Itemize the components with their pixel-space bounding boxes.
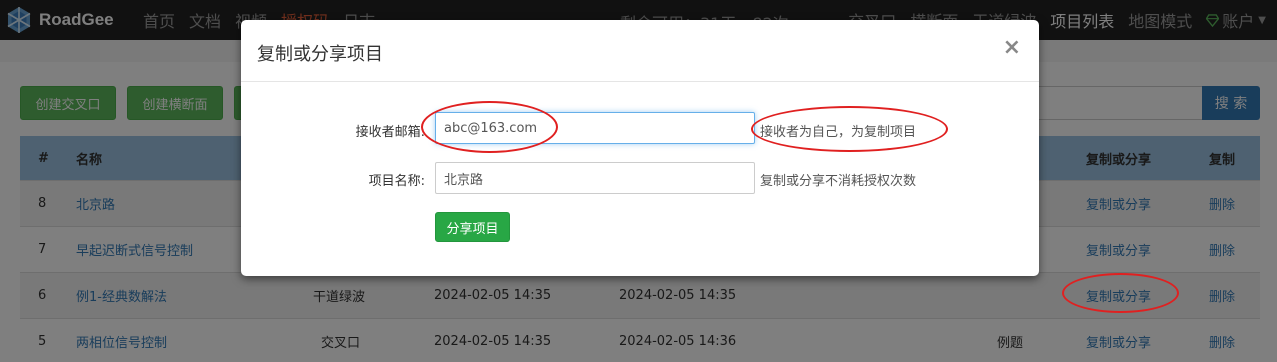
email-hint: 接收者为自己，为复制项目 — [760, 125, 917, 140]
email-label: 接收者邮箱: — [355, 125, 425, 140]
dialog-title: 复制或分享项目 — [257, 44, 383, 65]
dialog-header: 复制或分享项目 × — [241, 20, 1039, 82]
share-project-button[interactable]: 分享项目 — [435, 212, 510, 242]
project-name-input[interactable] — [435, 162, 755, 194]
share-project-dialog: 复制或分享项目 × 接收者邮箱: 接收者为自己，为复制项目 项目名称: 复制或分… — [241, 20, 1039, 276]
close-icon[interactable]: × — [1003, 37, 1021, 59]
recipient-email-input[interactable] — [435, 112, 755, 144]
project-name-label: 项目名称: — [368, 174, 425, 189]
project-hint: 复制或分享不消耗授权次数 — [760, 174, 917, 189]
